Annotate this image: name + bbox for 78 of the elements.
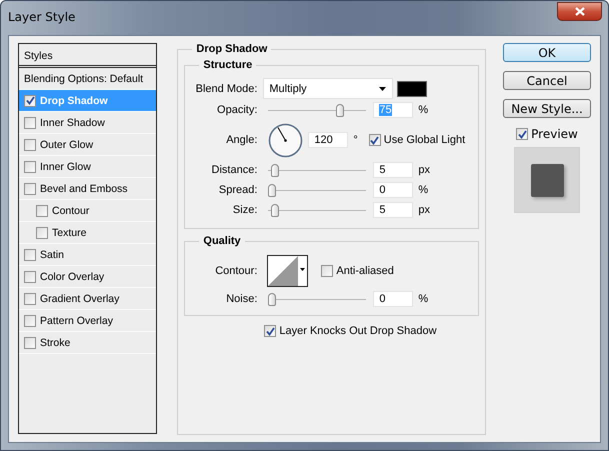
slider-track[interactable] <box>268 104 366 116</box>
window-title: Layer Style <box>8 10 76 24</box>
knockout-option[interactable]: Layer Knocks Out Drop Shadow <box>264 325 437 337</box>
slider-track[interactable] <box>268 164 366 176</box>
checkbox[interactable] <box>36 226 48 238</box>
field-label: Size: <box>232 204 258 216</box>
anti-aliased-option[interactable]: Anti-aliased <box>321 265 394 277</box>
dialog-button[interactable]: OK <box>503 43 591 62</box>
style-item[interactable]: Inner Shadow <box>19 112 156 134</box>
slider-thumb[interactable] <box>268 292 276 306</box>
checkbox[interactable] <box>24 336 36 348</box>
slider-track[interactable] <box>268 292 366 306</box>
dialog-button[interactable]: New Style... <box>503 99 591 118</box>
value-field[interactable]: 0 <box>373 182 414 198</box>
slider-track[interactable] <box>268 184 366 196</box>
style-item[interactable]: Pattern Overlay <box>19 310 156 332</box>
close-button[interactable] <box>557 2 602 21</box>
checkbox[interactable] <box>24 94 36 106</box>
global-light-option[interactable]: Use Global Light <box>368 134 466 146</box>
caret-icon <box>379 86 386 90</box>
field-label: Opacity: <box>216 104 258 116</box>
blend-mode-dropdown[interactable]: Multiply <box>263 78 394 99</box>
unit-label: ° <box>353 134 358 146</box>
slider-thumb[interactable] <box>271 164 280 176</box>
close-icon <box>574 7 584 16</box>
preview-option[interactable]: Preview <box>516 127 578 141</box>
slider-thumb[interactable] <box>336 104 344 116</box>
checkbox[interactable] <box>24 292 36 304</box>
unit-label: % <box>418 104 428 116</box>
field-label: Noise: <box>225 293 258 305</box>
value-field[interactable]: 5 <box>373 202 414 218</box>
checkbox[interactable] <box>24 182 36 194</box>
list-header: Styles <box>19 44 156 68</box>
group-title: Structure <box>202 59 254 71</box>
checkbox[interactable] <box>368 134 381 146</box>
checkbox[interactable] <box>24 160 36 172</box>
checkbox[interactable] <box>36 204 48 216</box>
style-item[interactable]: Stroke <box>19 332 156 354</box>
unit-label: px <box>418 164 430 176</box>
field-label: Angle: <box>225 134 258 146</box>
value-field[interactable]: 5 <box>373 162 414 178</box>
angle-dial-icon[interactable] <box>268 122 304 158</box>
unit-label: px <box>418 204 430 216</box>
checkbox[interactable] <box>516 128 528 140</box>
contour-picker[interactable] <box>267 255 308 287</box>
style-item[interactable]: Satin <box>19 244 156 266</box>
style-item[interactable]: Color Overlay <box>19 266 156 288</box>
style-item[interactable]: Inner Glow <box>19 156 156 178</box>
slider-track[interactable] <box>268 204 366 216</box>
style-item[interactable]: Texture <box>19 222 156 244</box>
field-label: Contour: <box>214 265 258 277</box>
group-title: Drop Shadow <box>195 43 268 55</box>
checkbox[interactable] <box>24 138 36 150</box>
field-label: Distance: <box>210 164 258 176</box>
checkbox[interactable] <box>24 270 36 282</box>
checkbox[interactable] <box>264 325 276 337</box>
dialog-button[interactable]: Cancel <box>503 71 591 90</box>
style-item[interactable]: Gradient Overlay <box>19 288 156 310</box>
value-field[interactable]: 120 <box>308 132 348 148</box>
unit-label: % <box>418 184 428 196</box>
slider-thumb[interactable] <box>271 204 280 216</box>
color-swatch[interactable] <box>397 80 428 96</box>
value-field[interactable]: 0 <box>373 291 414 307</box>
caret-icon <box>300 268 306 271</box>
checkbox[interactable] <box>24 248 36 260</box>
field-label: Spread: <box>218 184 258 196</box>
slider-thumb[interactable] <box>268 184 276 196</box>
unit-label: % <box>418 293 428 305</box>
style-item[interactable]: Outer Glow <box>19 134 156 156</box>
preview-square <box>530 164 564 196</box>
checkbox[interactable] <box>24 116 36 128</box>
checkbox[interactable] <box>321 265 334 277</box>
style-item[interactable]: Bevel and Emboss <box>19 178 156 200</box>
checkbox[interactable] <box>24 314 36 326</box>
style-item[interactable]: Contour <box>19 200 156 222</box>
group-title: Quality <box>202 235 242 247</box>
field-label: Blend Mode: <box>194 82 258 94</box>
contour-curve-icon <box>268 256 298 286</box>
